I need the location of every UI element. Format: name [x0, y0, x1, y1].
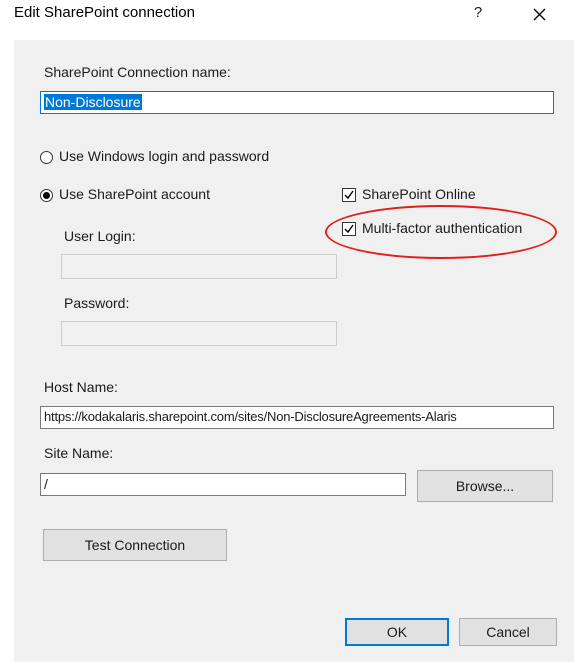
site-name-label: Site Name:: [44, 445, 114, 461]
connection-name-value: Non-Disclosure: [44, 94, 142, 110]
connection-name-input[interactable]: Non-Disclosure: [40, 91, 554, 114]
title-bar: Edit SharePoint connection ?: [0, 0, 574, 30]
annotation-highlight-ellipse: [325, 205, 557, 259]
user-login-label: User Login:: [64, 228, 136, 244]
cancel-button[interactable]: Cancel: [459, 618, 557, 646]
host-name-label: Host Name:: [44, 379, 118, 395]
sharepoint-account-label: Use SharePoint account: [59, 186, 210, 202]
browse-button[interactable]: Browse...: [417, 470, 553, 502]
site-name-input[interactable]: /: [40, 473, 406, 496]
sharepoint-account-radio[interactable]: [40, 189, 53, 202]
connection-name-label: SharePoint Connection name:: [44, 64, 231, 80]
password-input[interactable]: [61, 321, 337, 346]
windows-login-label: Use Windows login and password: [59, 148, 270, 164]
site-name-value: /: [44, 476, 48, 492]
ok-button[interactable]: OK: [345, 618, 449, 646]
sharepoint-online-label: SharePoint Online: [362, 186, 476, 202]
user-login-input[interactable]: [61, 254, 337, 279]
help-button[interactable]: ?: [468, 2, 488, 24]
host-name-input[interactable]: https://kodakalaris.sharepoint.com/sites…: [40, 406, 554, 429]
password-label: Password:: [64, 295, 130, 311]
radio-selected-dot: [43, 192, 50, 199]
host-name-value: https://kodakalaris.sharepoint.com/sites…: [44, 409, 457, 424]
sharepoint-online-checkbox[interactable]: [342, 188, 356, 202]
window-title: Edit SharePoint connection: [14, 4, 195, 21]
close-icon[interactable]: [526, 2, 552, 26]
dialog-body: SharePoint Connection name: Non-Disclosu…: [14, 40, 574, 662]
test-connection-button[interactable]: Test Connection: [43, 529, 227, 561]
windows-login-radio[interactable]: [40, 151, 53, 164]
checkmark-icon: [344, 190, 354, 200]
